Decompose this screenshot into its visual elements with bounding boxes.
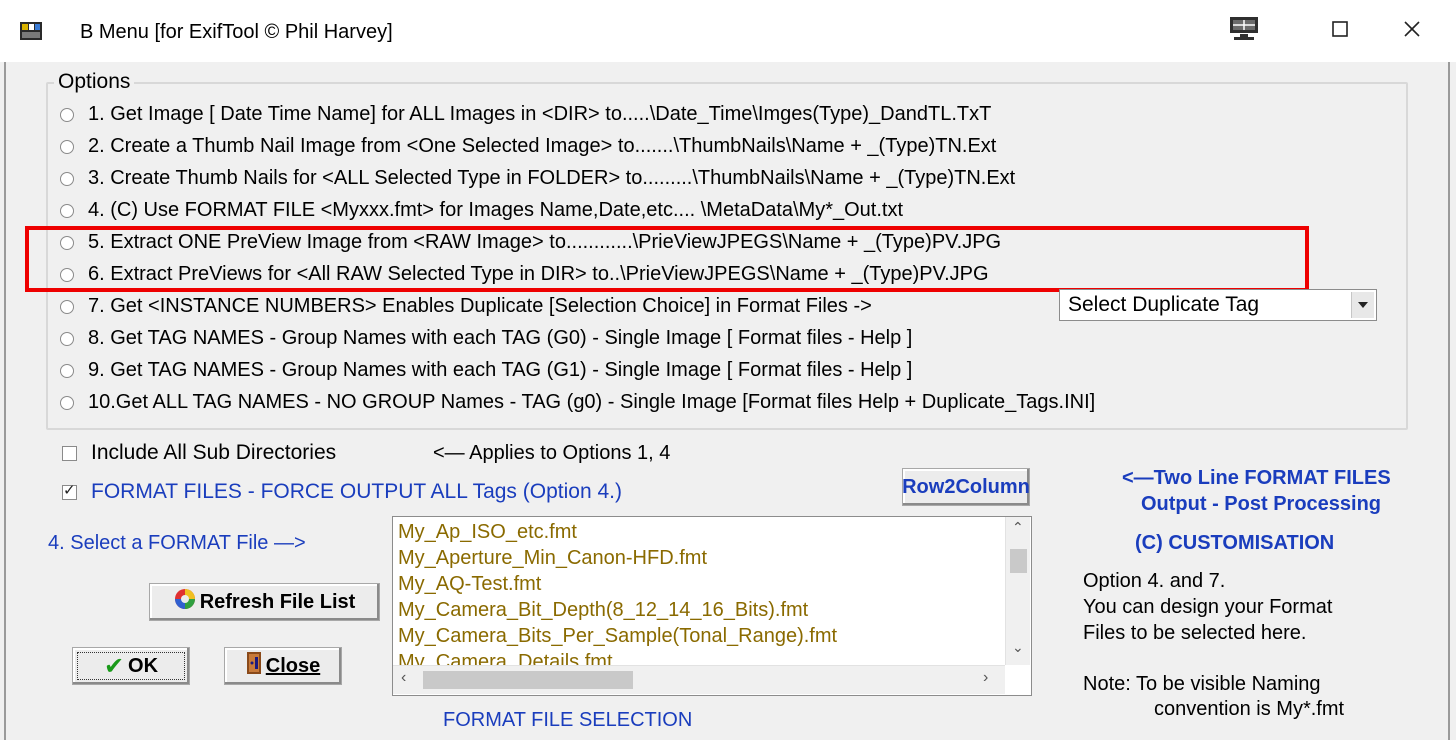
horizontal-scrollbar[interactable]: ‹ › <box>393 665 1005 694</box>
scroll-left-icon[interactable]: ‹ <box>401 669 406 687</box>
option-3-label: 3. Create Thumb Nails for <ALL Selected … <box>88 166 1016 189</box>
window-title: B Menu [for ExifTool © Phil Harvey] <box>80 21 393 43</box>
option-1-label: 1. Get Image [ Date Time Name] for ALL I… <box>88 102 992 125</box>
highlight-box <box>25 226 1309 292</box>
app-icon <box>20 20 42 42</box>
option-1-radio[interactable] <box>60 108 74 122</box>
option-2-radio[interactable] <box>60 140 74 154</box>
close-button[interactable] <box>1382 8 1442 54</box>
option-8[interactable]: 8. Get TAG NAMES - Group Names with each… <box>60 323 912 353</box>
vertical-scroll-thumb[interactable] <box>1010 549 1027 573</box>
force-output-box[interactable] <box>62 481 77 500</box>
option-4-label: 4. (C) Use FORMAT FILE <Myxxx.fmt> for I… <box>88 198 904 221</box>
option-3[interactable]: 3. Create Thumb Nails for <ALL Selected … <box>60 163 1015 193</box>
list-item[interactable]: My_Camera_Bit_Depth(8_12_14_16_Bits).fmt <box>398 599 808 625</box>
note-visible-line1: Note: To be visible Naming <box>1083 673 1321 695</box>
note-option-line2: You can design your Format <box>1083 596 1333 618</box>
list-item[interactable]: My_AQ-Test.fmt <box>398 573 541 599</box>
close-label: Close <box>265 654 321 677</box>
force-output-checkbox[interactable]: FORMAT FILES - FORCE OUTPUT ALL Tags (Op… <box>62 477 622 507</box>
vertical-scrollbar[interactable]: ⌃ ⌄ <box>1005 517 1030 665</box>
applies-note: <— Applies to Options 1, 4 <box>433 442 671 464</box>
include-subdirs-box[interactable] <box>62 445 77 461</box>
option-3-radio[interactable] <box>60 172 74 186</box>
format-file-selection-label: FORMAT FILE SELECTION <box>443 709 693 731</box>
window-border-right <box>1448 62 1450 740</box>
refresh-label: Refresh File List <box>199 590 356 613</box>
option-7[interactable]: 7. Get <INSTANCE NUMBERS> Enables Duplic… <box>60 291 872 321</box>
maximize-icon <box>1331 20 1349 43</box>
option-1[interactable]: 1. Get Image [ Date Time Name] for ALL I… <box>60 99 991 129</box>
option-9-radio[interactable] <box>60 364 74 378</box>
select-format-label: 4. Select a FORMAT File —> <box>48 532 306 554</box>
option-8-label: 8. Get TAG NAMES - Group Names with each… <box>88 326 913 349</box>
list-item[interactable]: My_Ap_ISO_etc.fmt <box>398 521 577 547</box>
minimize-button[interactable] <box>1214 8 1274 54</box>
option-2-label: 2. Create a Thumb Nail Image from <One S… <box>88 134 997 157</box>
force-output-label: FORMAT FILES - FORCE OUTPUT ALL Tags (Op… <box>91 480 622 503</box>
options-legend: Options <box>54 70 135 94</box>
option-4[interactable]: 4. (C) Use FORMAT FILE <Myxxx.fmt> for I… <box>60 195 903 225</box>
include-subdirs-checkbox[interactable]: Include All Sub Directories <box>62 438 336 468</box>
option-10-radio[interactable] <box>60 396 74 410</box>
option-9[interactable]: 9. Get TAG NAMES - Group Names with each… <box>60 355 912 385</box>
door-exit-icon <box>246 651 262 681</box>
two-line-format-note-1: <—Two Line FORMAT FILES <box>1122 467 1391 489</box>
option-2[interactable]: 2. Create a Thumb Nail Image from <One S… <box>60 131 996 161</box>
ok-label: OK <box>128 654 159 677</box>
note-option-line1: Option 4. and 7. <box>1083 570 1226 592</box>
option-8-radio[interactable] <box>60 332 74 346</box>
horizontal-scroll-thumb[interactable] <box>423 671 633 689</box>
close-dialog-button[interactable]: Close <box>224 647 342 685</box>
scroll-up-icon[interactable]: ⌃ <box>1012 519 1024 536</box>
two-line-format-note-2: Output - Post Processing <box>1141 493 1382 515</box>
maximize-button[interactable] <box>1310 8 1370 54</box>
note-option-line3: Files to be selected here. <box>1083 622 1307 644</box>
scroll-down-icon[interactable]: ⌄ <box>1012 639 1024 656</box>
refresh-icon <box>174 588 196 616</box>
duplicate-tag-select[interactable]: Select Duplicate Tag <box>1059 289 1377 321</box>
checkmark-icon: ✔ <box>103 652 125 680</box>
refresh-file-list-button[interactable]: Refresh File List <box>149 583 380 621</box>
duplicate-tag-select-value: Select Duplicate Tag <box>1068 293 1260 316</box>
close-icon <box>1403 20 1421 43</box>
row2column-button[interactable]: Row2Column <box>902 468 1030 506</box>
window-border-left <box>4 62 6 740</box>
list-item[interactable]: My_Aperture_Min_Canon-HFD.fmt <box>398 547 707 573</box>
customisation-label: (C) CUSTOMISATION <box>1135 532 1335 554</box>
minimize-icon <box>1226 15 1262 48</box>
option-4-radio[interactable] <box>60 204 74 218</box>
dropdown-arrow-icon[interactable] <box>1351 292 1374 318</box>
ok-button[interactable]: ✔ OK <box>72 647 190 685</box>
option-7-label: 7. Get <INSTANCE NUMBERS> Enables Duplic… <box>88 294 872 317</box>
list-item[interactable]: My_Camera_Bits_Per_Sample(Tonal_Range).f… <box>398 625 837 651</box>
scroll-right-icon[interactable]: › <box>983 669 988 687</box>
option-10-label: 10.Get ALL TAG NAMES - NO GROUP Names - … <box>88 390 1096 413</box>
format-file-list[interactable]: My_Ap_ISO_etc.fmt My_Aperture_Min_Canon-… <box>392 516 1032 696</box>
include-subdirs-label: Include All Sub Directories <box>91 441 337 464</box>
option-9-label: 9. Get TAG NAMES - Group Names with each… <box>88 358 913 381</box>
option-7-radio[interactable] <box>60 300 74 314</box>
note-visible-line2: convention is My*.fmt <box>1154 698 1345 720</box>
option-10[interactable]: 10.Get ALL TAG NAMES - NO GROUP Names - … <box>60 387 1095 417</box>
